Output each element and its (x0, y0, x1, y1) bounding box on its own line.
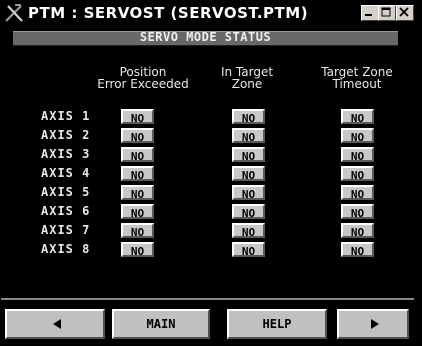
axis-label: AXIS 5 (41, 185, 91, 199)
next-button[interactable] (337, 309, 409, 339)
status-target-zone-timeout[interactable]: NO (341, 128, 374, 144)
help-button-label: HELP (262, 317, 292, 331)
maximize-button[interactable] (378, 5, 396, 21)
status-position-error[interactable]: NO (121, 128, 154, 144)
status-target-zone-timeout[interactable]: NO (341, 185, 374, 201)
axis-label: AXIS 3 (41, 147, 91, 161)
status-position-error[interactable]: NO (121, 185, 154, 201)
close-button[interactable] (396, 5, 414, 21)
section-header-bar: SERVO MODE STATUS (13, 30, 398, 46)
status-in-target-zone[interactable]: NO (232, 242, 265, 258)
app-logo-icon (4, 3, 24, 23)
status-in-target-zone[interactable]: NO (232, 223, 265, 239)
minimize-icon (365, 14, 372, 16)
status-target-zone-timeout[interactable]: NO (341, 204, 374, 220)
main-button[interactable]: MAIN (112, 309, 210, 339)
status-target-zone-timeout[interactable]: NO (341, 242, 374, 258)
right-arrow-icon (371, 319, 379, 329)
status-target-zone-timeout[interactable]: NO (341, 109, 374, 125)
section-title: SERVO MODE STATUS (139, 30, 272, 44)
status-in-target-zone[interactable]: NO (232, 128, 265, 144)
maximize-icon (381, 7, 391, 17)
status-position-error[interactable]: NO (121, 166, 154, 182)
axis-label: AXIS 8 (41, 242, 91, 256)
status-position-error[interactable]: NO (121, 109, 154, 125)
status-in-target-zone[interactable]: NO (232, 185, 265, 201)
column-header-line: Error Exceeded (97, 77, 189, 91)
servo-status-panel: SERVO MODE STATUS Position Error Exceede… (1, 26, 414, 346)
minimize-button[interactable] (361, 5, 379, 21)
axis-label: AXIS 1 (41, 109, 91, 123)
close-icon (399, 7, 409, 17)
status-in-target-zone[interactable]: NO (232, 204, 265, 220)
nav-bar: MAIN HELP (5, 309, 409, 339)
status-in-target-zone[interactable]: NO (232, 166, 265, 182)
title-bar[interactable]: PTM : SERVOST (SERVOST.PTM) (0, 0, 414, 26)
column-header-target-zone-timeout: Target Zone Timeout (315, 66, 399, 90)
axis-label: AXIS 2 (41, 128, 91, 142)
app-window: PTM : SERVOST (SERVOST.PTM) SERVO MODE S… (0, 0, 422, 346)
status-position-error[interactable]: NO (121, 242, 154, 258)
help-button[interactable]: HELP (227, 309, 327, 339)
status-position-error[interactable]: NO (121, 147, 154, 163)
status-in-target-zone[interactable]: NO (232, 109, 265, 125)
status-target-zone-timeout[interactable]: NO (341, 147, 374, 163)
divider (1, 298, 414, 300)
column-header-line: Timeout (332, 77, 382, 91)
status-position-error[interactable]: NO (121, 204, 154, 220)
window-title: PTM : SERVOST (SERVOST.PTM) (28, 4, 309, 22)
column-header-in-target-zone: In Target Zone (211, 66, 283, 90)
status-position-error[interactable]: NO (121, 223, 154, 239)
axis-label: AXIS 4 (41, 166, 91, 180)
axis-label: AXIS 6 (41, 204, 91, 218)
main-button-label: MAIN (146, 317, 176, 331)
status-target-zone-timeout[interactable]: NO (341, 223, 374, 239)
prev-button[interactable] (5, 309, 105, 339)
column-header-position-error: Position Error Exceeded (87, 66, 199, 90)
status-in-target-zone[interactable]: NO (232, 147, 265, 163)
left-arrow-icon (53, 319, 61, 329)
column-header-line: Zone (231, 77, 263, 91)
axis-label: AXIS 7 (41, 223, 91, 237)
status-target-zone-timeout[interactable]: NO (341, 166, 374, 182)
